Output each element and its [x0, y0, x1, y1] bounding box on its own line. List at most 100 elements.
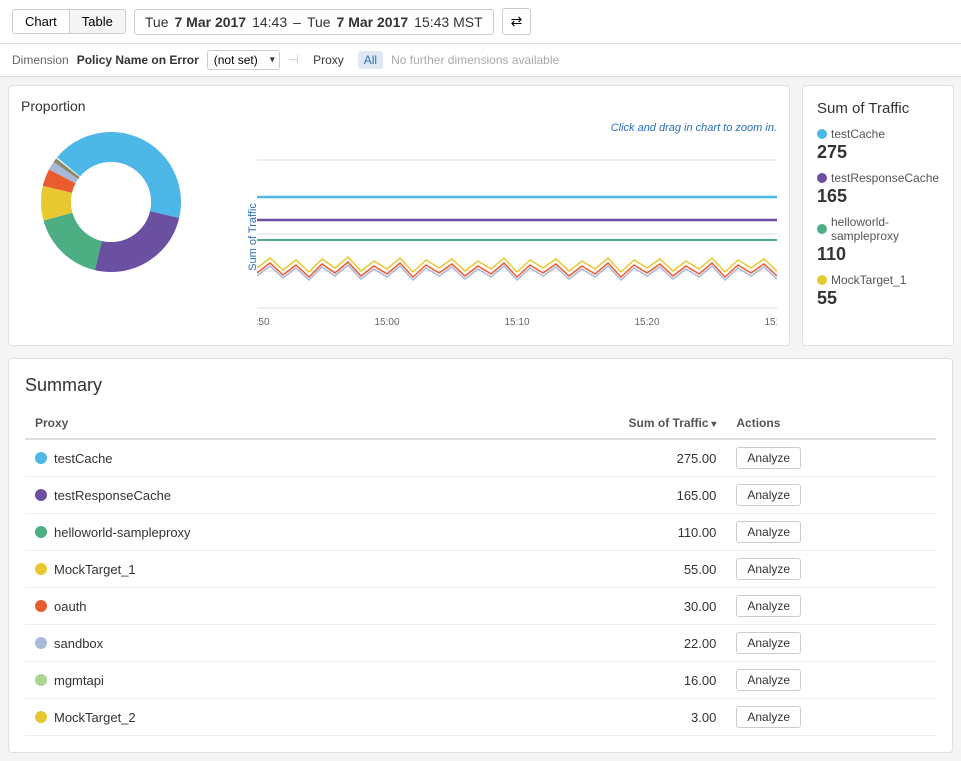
analyze-button[interactable]: Analyze: [736, 484, 801, 506]
proxy-cell: mgmtapi: [25, 662, 460, 699]
row-color-dot: [35, 489, 47, 501]
table-row: sandbox 22.00 Analyze: [25, 625, 936, 662]
filter-bar: Dimension Policy Name on Error (not set)…: [0, 44, 961, 77]
donut-chart: [21, 122, 201, 282]
proxy-name: helloworld-sampleproxy: [54, 525, 191, 540]
svg-text:15:10: 15:10: [504, 317, 529, 328]
legend-item: testResponseCache 165: [817, 171, 939, 207]
no-dimensions-label: No further dimensions available: [391, 53, 559, 67]
actions-cell: Analyze: [726, 588, 936, 625]
not-set-select-wrapper: (not set): [207, 50, 280, 70]
summary-table: Proxy Sum of Traffic Actions testCache 2…: [25, 408, 936, 736]
row-color-dot: [35, 526, 47, 538]
legend-panel: Sum of Traffic testCache 275 testRespons…: [802, 85, 954, 346]
analyze-button[interactable]: Analyze: [736, 521, 801, 543]
proxy-name: oauth: [54, 599, 87, 614]
proxy-name: MockTarget_1: [54, 562, 136, 577]
svg-text:15:20: 15:20: [634, 317, 659, 328]
traffic-column-header[interactable]: Sum of Traffic: [460, 408, 727, 439]
traffic-value: 55.00: [460, 551, 727, 588]
proxy-name: testCache: [54, 451, 113, 466]
traffic-value: 16.00: [460, 662, 727, 699]
y-axis-label: Sum of Traffic: [247, 203, 259, 271]
actions-cell: Analyze: [726, 551, 936, 588]
proxy-cell: oauth: [25, 588, 460, 625]
analyze-button[interactable]: Analyze: [736, 632, 801, 654]
date2: 7 Mar 2017: [337, 14, 409, 30]
legend-color-dot: [817, 173, 827, 183]
legend-item-value: 55: [817, 288, 939, 309]
table-tab[interactable]: Table: [70, 9, 126, 34]
legend-item: MockTarget_1 55: [817, 273, 939, 309]
analyze-button[interactable]: Analyze: [736, 706, 801, 728]
proxy-cell: MockTarget_2: [25, 699, 460, 736]
proxy-filter[interactable]: Proxy: [307, 51, 350, 69]
date-range: Tue 7 Mar 2017 14:43 – Tue 7 Mar 2017 15…: [134, 9, 494, 35]
time2: 15:43 MST: [414, 14, 482, 30]
line-chart-svg: 7.5 5 2.5 0 -2.5: [257, 140, 777, 330]
chart-tab[interactable]: Chart: [12, 9, 70, 34]
table-row: testCache 275.00 Analyze: [25, 439, 936, 477]
proxy-name: sandbox: [54, 636, 103, 651]
legend-item-value: 110: [817, 244, 939, 265]
legend-item-value: 165: [817, 186, 939, 207]
row-color-dot: [35, 711, 47, 723]
all-filter[interactable]: All: [358, 51, 383, 69]
svg-text:15:00: 15:00: [374, 317, 399, 328]
not-set-select[interactable]: (not set): [207, 50, 280, 70]
legend-item: helloworld-sampleproxy 110: [817, 215, 939, 265]
date1: 7 Mar 2017: [174, 14, 246, 30]
proxy-name: mgmtapi: [54, 673, 104, 688]
proxy-name: testResponseCache: [54, 488, 171, 503]
row-color-dot: [35, 674, 47, 686]
row-color-dot: [35, 563, 47, 575]
analyze-button[interactable]: Analyze: [736, 669, 801, 691]
table-row: oauth 30.00 Analyze: [25, 588, 936, 625]
legend-item-name: helloworld-sampleproxy: [817, 215, 939, 243]
time1: 14:43: [252, 14, 287, 30]
row-color-dot: [35, 452, 47, 464]
charts-row: Click and drag in chart to zoom in. Sum …: [21, 122, 777, 333]
proportion-section: Proportion: [8, 85, 790, 346]
traffic-value: 110.00: [460, 514, 727, 551]
proxy-column-header: Proxy: [25, 408, 460, 439]
analyze-button[interactable]: Analyze: [736, 558, 801, 580]
legend-item-name: testResponseCache: [817, 171, 939, 185]
analyze-button[interactable]: Analyze: [736, 447, 801, 469]
main-content: Proportion: [0, 77, 961, 761]
proxy-cell: testCache: [25, 439, 460, 477]
table-row: testResponseCache 165.00 Analyze: [25, 477, 936, 514]
traffic-value: 3.00: [460, 699, 727, 736]
chart-wrapper: Sum of Traffic 7.5 5 2.5: [257, 140, 777, 333]
actions-cell: Analyze: [726, 699, 936, 736]
proxy-cell: sandbox: [25, 625, 460, 662]
top-bar: Chart Table Tue 7 Mar 2017 14:43 – Tue 7…: [0, 0, 961, 44]
refresh-button[interactable]: ⇄: [502, 8, 532, 35]
legend-color-dot: [817, 275, 827, 285]
summary-table-body: testCache 275.00 Analyze testResponseCac…: [25, 439, 936, 736]
day1: Tue: [145, 14, 169, 30]
day2: Tue: [307, 14, 331, 30]
svg-text:15:30: 15:30: [764, 317, 777, 328]
traffic-value: 275.00: [460, 439, 727, 477]
line-chart: Click and drag in chart to zoom in. Sum …: [217, 122, 777, 333]
actions-column-header: Actions: [726, 408, 936, 439]
analyze-button[interactable]: Analyze: [736, 595, 801, 617]
actions-cell: Analyze: [726, 477, 936, 514]
summary-section: Summary Proxy Sum of Traffic Actions tes…: [8, 358, 953, 753]
zoom-hint: Click and drag in chart to zoom in.: [611, 122, 777, 134]
table-row: mgmtapi 16.00 Analyze: [25, 662, 936, 699]
legend-title: Sum of Traffic: [817, 100, 939, 117]
proportion-title: Proportion: [21, 98, 777, 114]
view-toggle: Chart Table: [12, 9, 126, 34]
actions-cell: Analyze: [726, 439, 936, 477]
legend-color-dot: [817, 129, 827, 139]
actions-cell: Analyze: [726, 662, 936, 699]
proxy-cell: MockTarget_1: [25, 551, 460, 588]
traffic-value: 165.00: [460, 477, 727, 514]
table-header-row: Proxy Sum of Traffic Actions: [25, 408, 936, 439]
row-color-dot: [35, 637, 47, 649]
table-row: MockTarget_1 55.00 Analyze: [25, 551, 936, 588]
summary-title: Summary: [25, 375, 936, 396]
dimension-label: Dimension: [12, 53, 69, 67]
